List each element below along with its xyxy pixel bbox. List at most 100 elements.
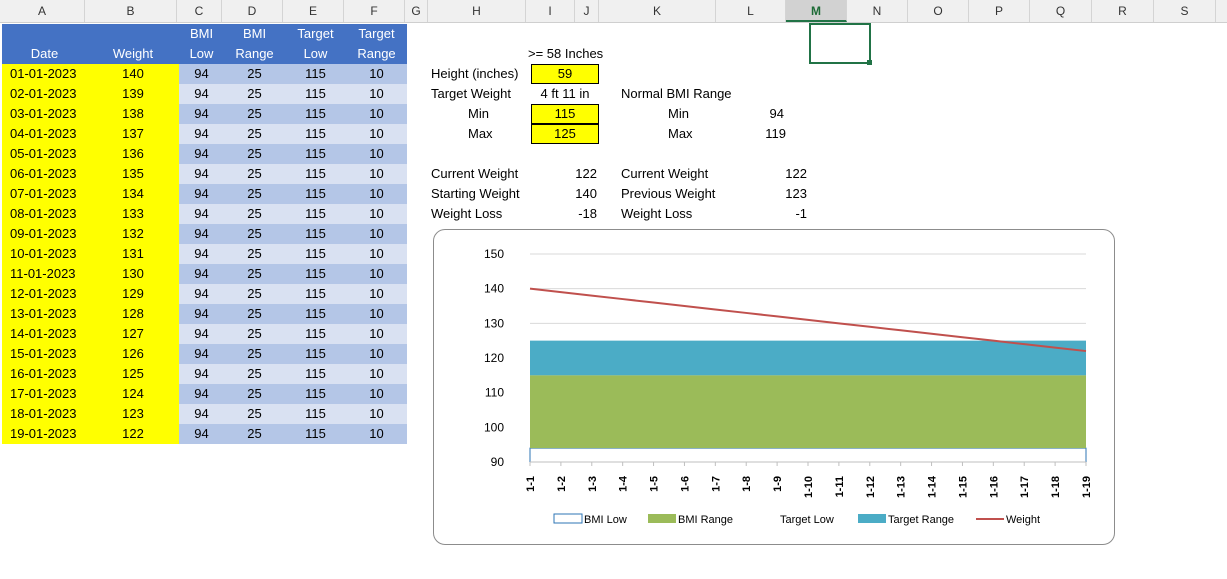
- table-cell-bmi-low[interactable]: 94: [179, 284, 224, 304]
- table-cell-weight[interactable]: 127: [87, 324, 179, 344]
- table-cell-target-low[interactable]: 115: [285, 384, 346, 404]
- table-cell-weight[interactable]: 133: [87, 204, 179, 224]
- table-cell-bmi-range[interactable]: 25: [224, 344, 285, 364]
- table-cell-weight[interactable]: 131: [87, 244, 179, 264]
- table-cell-date[interactable]: 08-01-2023: [2, 204, 87, 224]
- table-cell-bmi-range[interactable]: 25: [224, 224, 285, 244]
- column-header-l[interactable]: L: [716, 0, 786, 22]
- table-cell-weight[interactable]: 135: [87, 164, 179, 184]
- table-cell-date[interactable]: 06-01-2023: [2, 164, 87, 184]
- table-cell-bmi-range[interactable]: 25: [224, 64, 285, 84]
- table-cell-target-low[interactable]: 115: [285, 244, 346, 264]
- table-cell-bmi-range[interactable]: 25: [224, 124, 285, 144]
- table-cell-bmi-low[interactable]: 94: [179, 184, 224, 204]
- column-header-o[interactable]: O: [908, 0, 969, 22]
- table-cell-target-range[interactable]: 10: [346, 324, 407, 344]
- table-cell-weight[interactable]: 125: [87, 364, 179, 384]
- table-cell-target-range[interactable]: 10: [346, 204, 407, 224]
- table-cell-bmi-low[interactable]: 94: [179, 424, 224, 444]
- target-min-cell[interactable]: 115: [531, 104, 599, 124]
- table-cell-weight[interactable]: 140: [87, 64, 179, 84]
- table-cell-bmi-low[interactable]: 94: [179, 264, 224, 284]
- column-header-e[interactable]: E: [283, 0, 344, 22]
- table-cell-target-low[interactable]: 115: [285, 364, 346, 384]
- table-cell-target-range[interactable]: 10: [346, 404, 407, 424]
- table-cell-date[interactable]: 13-01-2023: [2, 304, 87, 324]
- table-cell-target-range[interactable]: 10: [346, 244, 407, 264]
- table-cell-bmi-range[interactable]: 25: [224, 144, 285, 164]
- table-cell-target-range[interactable]: 10: [346, 344, 407, 364]
- column-header-c[interactable]: C: [177, 0, 222, 22]
- column-header-j[interactable]: J: [575, 0, 599, 22]
- table-cell-date[interactable]: 16-01-2023: [2, 364, 87, 384]
- column-header-q[interactable]: Q: [1030, 0, 1092, 22]
- table-cell-target-low[interactable]: 115: [285, 404, 346, 424]
- table-cell-target-range[interactable]: 10: [346, 164, 407, 184]
- table-cell-bmi-range[interactable]: 25: [224, 424, 285, 444]
- table-cell-weight[interactable]: 132: [87, 224, 179, 244]
- table-cell-date[interactable]: 03-01-2023: [2, 104, 87, 124]
- table-cell-target-range[interactable]: 10: [346, 304, 407, 324]
- table-cell-date[interactable]: 05-01-2023: [2, 144, 87, 164]
- table-cell-bmi-low[interactable]: 94: [179, 204, 224, 224]
- table-cell-date[interactable]: 17-01-2023: [2, 384, 87, 404]
- table-cell-bmi-low[interactable]: 94: [179, 384, 224, 404]
- table-cell-bmi-range[interactable]: 25: [224, 164, 285, 184]
- column-header-a[interactable]: A: [0, 0, 85, 22]
- table-cell-bmi-low[interactable]: 94: [179, 364, 224, 384]
- table-cell-target-low[interactable]: 115: [285, 164, 346, 184]
- table-cell-bmi-range[interactable]: 25: [224, 384, 285, 404]
- table-cell-bmi-low[interactable]: 94: [179, 144, 224, 164]
- table-cell-date[interactable]: 09-01-2023: [2, 224, 87, 244]
- table-cell-target-low[interactable]: 115: [285, 344, 346, 364]
- table-cell-date[interactable]: 10-01-2023: [2, 244, 87, 264]
- table-cell-date[interactable]: 12-01-2023: [2, 284, 87, 304]
- table-cell-bmi-range[interactable]: 25: [224, 404, 285, 424]
- table-cell-weight[interactable]: 136: [87, 144, 179, 164]
- table-cell-target-range[interactable]: 10: [346, 424, 407, 444]
- table-cell-date[interactable]: 18-01-2023: [2, 404, 87, 424]
- fill-handle[interactable]: [867, 60, 872, 65]
- table-cell-bmi-low[interactable]: 94: [179, 404, 224, 424]
- header-weight[interactable]: Weight: [87, 24, 179, 64]
- table-cell-bmi-range[interactable]: 25: [224, 324, 285, 344]
- column-header-s[interactable]: S: [1154, 0, 1216, 22]
- table-cell-weight[interactable]: 124: [87, 384, 179, 404]
- table-cell-date[interactable]: 14-01-2023: [2, 324, 87, 344]
- table-cell-bmi-low[interactable]: 94: [179, 224, 224, 244]
- table-cell-bmi-low[interactable]: 94: [179, 304, 224, 324]
- table-cell-bmi-range[interactable]: 25: [224, 204, 285, 224]
- table-cell-target-range[interactable]: 10: [346, 124, 407, 144]
- column-header-p[interactable]: P: [969, 0, 1030, 22]
- table-cell-bmi-range[interactable]: 25: [224, 304, 285, 324]
- table-cell-target-range[interactable]: 10: [346, 184, 407, 204]
- table-cell-target-range[interactable]: 10: [346, 264, 407, 284]
- table-cell-bmi-range[interactable]: 25: [224, 284, 285, 304]
- table-cell-bmi-low[interactable]: 94: [179, 124, 224, 144]
- table-cell-target-low[interactable]: 115: [285, 124, 346, 144]
- table-cell-bmi-range[interactable]: 25: [224, 264, 285, 284]
- table-cell-date[interactable]: 11-01-2023: [2, 264, 87, 284]
- column-header-b[interactable]: B: [85, 0, 177, 22]
- table-cell-bmi-low[interactable]: 94: [179, 64, 224, 84]
- column-header-g[interactable]: G: [405, 0, 428, 22]
- column-header-h[interactable]: H: [428, 0, 526, 22]
- table-cell-bmi-low[interactable]: 94: [179, 164, 224, 184]
- table-cell-target-low[interactable]: 115: [285, 324, 346, 344]
- table-cell-bmi-low[interactable]: 94: [179, 244, 224, 264]
- table-cell-target-range[interactable]: 10: [346, 104, 407, 124]
- header-bmi-low[interactable]: BMI Low: [179, 24, 224, 64]
- table-cell-bmi-low[interactable]: 94: [179, 104, 224, 124]
- table-cell-target-low[interactable]: 115: [285, 204, 346, 224]
- table-cell-target-low[interactable]: 115: [285, 424, 346, 444]
- table-cell-target-low[interactable]: 115: [285, 84, 346, 104]
- table-cell-bmi-range[interactable]: 25: [224, 184, 285, 204]
- table-cell-target-low[interactable]: 115: [285, 144, 346, 164]
- header-date[interactable]: Date: [2, 24, 87, 64]
- column-header-f[interactable]: F: [344, 0, 405, 22]
- table-cell-date[interactable]: 01-01-2023: [2, 64, 87, 84]
- table-cell-bmi-range[interactable]: 25: [224, 104, 285, 124]
- table-cell-weight[interactable]: 139: [87, 84, 179, 104]
- table-cell-weight[interactable]: 128: [87, 304, 179, 324]
- table-cell-date[interactable]: 15-01-2023: [2, 344, 87, 364]
